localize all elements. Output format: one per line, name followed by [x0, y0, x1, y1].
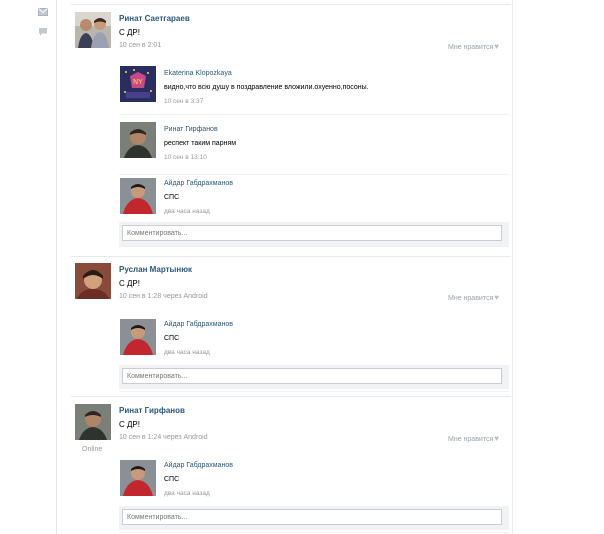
comment-box: [119, 506, 509, 530]
post-timestamp[interactable]: 10 сен в 2:01: [119, 42, 161, 49]
reply-timestamp[interactable]: 10 сен в 13:10: [164, 154, 207, 161]
reply-item: Айдар Габдрахманов СПС два часа назад: [119, 317, 509, 363]
replies-list: NY Ekaterina Klopozkaya видно,что всю ду…: [119, 62, 509, 247]
like-button[interactable]: Мне нравится♥: [448, 42, 499, 51]
svg-text:NY: NY: [133, 78, 143, 86]
post-divider: [71, 4, 511, 5]
post-timestamp[interactable]: 10 сен в 1:24 через Android: [119, 434, 208, 441]
post-divider: [71, 256, 511, 257]
post-timestamp[interactable]: 10 сен в 1:28 через Android: [119, 293, 208, 300]
reply-text: СПС: [164, 194, 180, 201]
reply-item: NY Ekaterina Klopozkaya видно,что всю ду…: [119, 64, 509, 114]
post-divider: [71, 396, 511, 397]
reply-timestamp[interactable]: два часа назад: [164, 490, 210, 497]
reply-text: СПС: [164, 335, 180, 342]
like-button[interactable]: Мне нравится♥: [448, 293, 499, 302]
heart-icon: ♥: [494, 293, 499, 302]
reply-author[interactable]: Ekaterina Klopozkaya: [164, 70, 232, 77]
avatar[interactable]: [120, 460, 156, 496]
like-label: Мне нравится: [448, 44, 494, 51]
reply-text: респект таким парням: [164, 140, 237, 147]
reply-author[interactable]: Айдар Габдрахманов: [164, 462, 233, 469]
avatar[interactable]: NY: [120, 66, 156, 102]
post-author[interactable]: Ринат Саетгараев: [119, 14, 190, 23]
like-label: Мне нравится: [448, 295, 494, 302]
avatar[interactable]: [75, 404, 111, 440]
post-author[interactable]: Ринат Гирфанов: [119, 406, 185, 415]
like-button[interactable]: Мне нравится♥: [448, 434, 499, 443]
reply-author[interactable]: Айдар Габдрахманов: [164, 180, 233, 187]
comment-box: [119, 222, 509, 246]
comment-box: [119, 365, 509, 389]
reply-item: Айдар Габдрахманов СПС два часа назад: [119, 458, 509, 504]
post-text: С ДР!: [119, 420, 140, 429]
avatar[interactable]: [120, 319, 156, 355]
like-label: Мне нравится: [448, 436, 494, 443]
avatar[interactable]: [75, 263, 111, 299]
post-text: С ДР!: [119, 28, 140, 37]
comment-input[interactable]: [122, 509, 502, 525]
comment-input[interactable]: [122, 368, 502, 384]
mail-icon[interactable]: [38, 8, 48, 18]
wall-post: Руслан Мартынюк С ДР! 10 сен в 1:28 чере…: [75, 263, 511, 393]
post-text: С ДР!: [119, 279, 140, 288]
avatar[interactable]: [120, 122, 156, 158]
wall-post: Online Ринат Гирфанов С ДР! 10 сен в 1:2…: [75, 404, 511, 534]
reply-divider: [119, 114, 509, 115]
reply-author[interactable]: Ринат Гирфанов: [164, 126, 218, 133]
replies-list: Айдар Габдрахманов СПС два часа назад: [119, 456, 509, 533]
heart-icon: ♥: [494, 42, 499, 51]
post-author[interactable]: Руслан Мартынюк: [119, 265, 192, 274]
replies-list: Айдар Габдрахманов СПС два часа назад: [119, 315, 509, 392]
wall-post: Ринат Саетгараев С ДР! 10 сен в 2:01 Мне…: [75, 12, 511, 252]
online-status: Online: [82, 446, 103, 453]
reply-timestamp[interactable]: два часа назад: [164, 349, 210, 356]
avatar[interactable]: [120, 178, 156, 214]
reply-author[interactable]: Айдар Габдрахманов: [164, 321, 233, 328]
heart-icon: ♥: [494, 434, 499, 443]
reply-text: СПС: [164, 476, 180, 483]
comment-input[interactable]: [122, 225, 502, 241]
reply-timestamp[interactable]: два часа назад: [164, 208, 210, 215]
chat-bubble-icon[interactable]: [38, 27, 48, 37]
left-rail: [0, 0, 57, 534]
reply-divider: [119, 174, 509, 175]
reply-text: видно,что всю душу в поздравление вложил…: [164, 84, 369, 91]
reply-item: Айдар Габдрахманов СПС два часа назад: [119, 178, 509, 224]
avatar[interactable]: [75, 12, 111, 48]
wall: Ринат Саетгараев С ДР! 10 сен в 2:01 Мне…: [57, 0, 513, 534]
reply-item: Ринат Гирфанов респект таким парням 10 с…: [119, 120, 509, 170]
reply-timestamp[interactable]: 10 сен в 3:37: [164, 98, 203, 105]
